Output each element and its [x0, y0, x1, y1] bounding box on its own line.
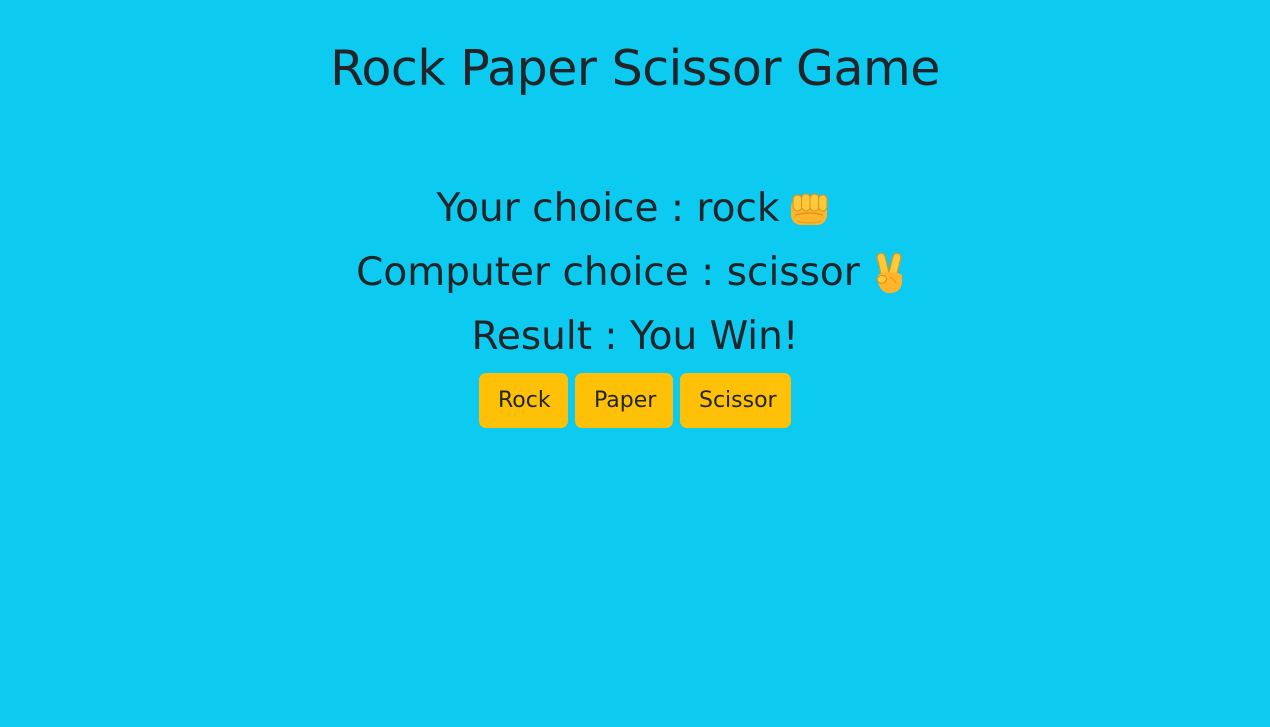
- your-choice-separator: :: [658, 186, 697, 231]
- game-page: Rock Paper Scissor Game Your choice : ro…: [0, 0, 1270, 727]
- rock-button[interactable]: Rock: [479, 373, 568, 428]
- computer-choice-line: Computer choice : scissor: [0, 248, 1270, 298]
- page-title: Rock Paper Scissor Game: [330, 40, 940, 97]
- your-choice-label: Your choice: [436, 186, 659, 231]
- result-separator: :: [592, 314, 630, 359]
- scissor-button[interactable]: Scissor: [680, 373, 791, 428]
- result-value: You Win!: [629, 314, 799, 359]
- victory-hand-icon: [866, 249, 914, 297]
- computer-choice-label: Computer choice: [356, 250, 689, 295]
- computer-choice-value: scissor: [726, 250, 860, 295]
- your-choice-value: rock: [696, 186, 780, 231]
- choice-buttons: Rock Paper Scissor: [0, 373, 1270, 428]
- computer-choice-separator: :: [688, 250, 727, 295]
- paper-button[interactable]: Paper: [575, 373, 673, 428]
- result-label: Result: [471, 314, 593, 359]
- your-choice-line: Your choice : rock: [0, 184, 1270, 234]
- result-line: Result : You Win!: [0, 312, 1270, 362]
- oncoming-fist-icon: [785, 185, 833, 233]
